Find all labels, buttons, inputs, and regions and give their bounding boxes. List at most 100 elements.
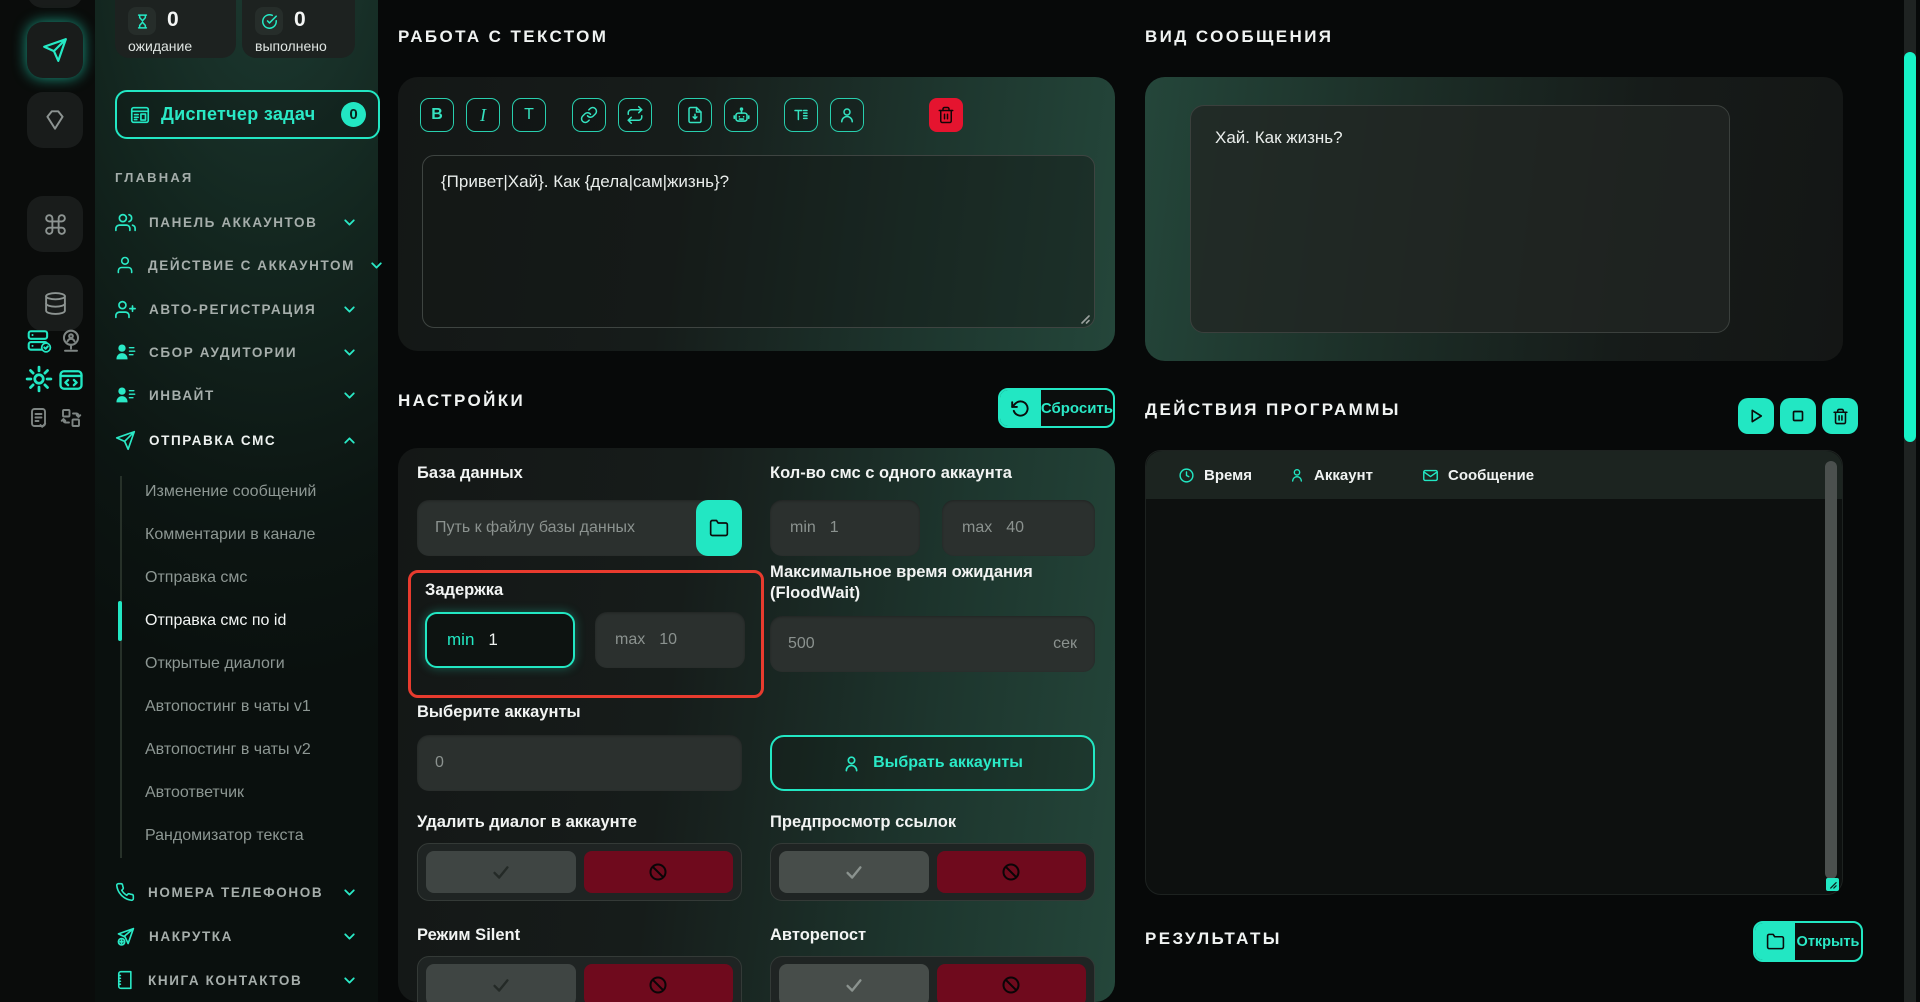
sidebar-subitem[interactable]: Рандомизатор текста (145, 824, 304, 848)
floodwait-unit: сек (1053, 635, 1077, 653)
sidebar-subitem[interactable]: Отправка смс (145, 566, 247, 590)
gear-icon[interactable] (24, 364, 54, 394)
select-accounts-button[interactable]: Выбрать аккаунты (770, 735, 1095, 791)
sidebar-item-sms-sending[interactable]: ОТПРАВКА СМС (115, 427, 358, 453)
page-scrollbar-thumb[interactable] (1904, 52, 1916, 442)
mention-user-button[interactable] (830, 98, 864, 132)
link-button[interactable] (572, 98, 606, 132)
accounts-count-input[interactable]: 0 (417, 735, 742, 791)
toggle-autorepost (770, 956, 1095, 1002)
browse-database-button[interactable] (696, 500, 742, 556)
open-results-button[interactable]: Открыть (1753, 921, 1863, 962)
floodwait-input[interactable]: 500 сек (770, 616, 1095, 672)
text-lines-icon (792, 106, 810, 124)
text-toolbar: B I T (420, 98, 864, 132)
stop-icon (1789, 407, 1807, 425)
check-icon (843, 974, 865, 996)
column-account[interactable]: Аккаунт (1289, 451, 1373, 499)
clear-text-button[interactable] (929, 98, 963, 132)
delay-label: Задержка (425, 581, 503, 600)
sidebar-subitem[interactable]: Комментарии в канале (145, 523, 315, 547)
bold-button[interactable]: B (420, 98, 454, 132)
chevron-down-icon (368, 257, 385, 274)
chevron-up-icon (341, 432, 358, 449)
delay-min-input[interactable]: min 1 (425, 612, 575, 668)
toggle-yes-button[interactable] (426, 964, 576, 1002)
sms-min-input[interactable]: min 1 (770, 500, 920, 556)
clear-actions-button[interactable] (1822, 398, 1858, 434)
table-resize-handle[interactable] (1826, 878, 1839, 891)
stop-button[interactable] (1780, 398, 1816, 434)
reset-settings-button[interactable]: Сбросить (998, 388, 1115, 428)
toggle-yes-button[interactable] (426, 851, 576, 893)
rail-command-button[interactable] (27, 196, 83, 252)
sidebar-item-phone-numbers[interactable]: НОМЕРА ТЕЛЕФОНОВ (115, 879, 358, 905)
column-label: Время (1204, 467, 1252, 484)
user-icon (115, 255, 135, 275)
sidebar-item-boosting[interactable]: НАКРУТКА (115, 923, 358, 949)
sidebar-subitem[interactable]: Открытые диалоги (145, 652, 285, 676)
chevron-down-icon (341, 344, 358, 361)
play-icon (1747, 407, 1765, 425)
italic-button[interactable]: I (466, 98, 500, 132)
repeat-button[interactable] (618, 98, 652, 132)
table-header: Время Аккаунт Сообщение (1146, 451, 1842, 499)
text-button[interactable]: T (512, 98, 546, 132)
chevron-down-icon (341, 972, 358, 989)
chevron-down-icon (341, 214, 358, 231)
column-time[interactable]: Время (1178, 451, 1252, 499)
rail-send-button[interactable] (27, 22, 83, 78)
sidebar-subitem-active[interactable]: Отправка смс по id (145, 609, 286, 633)
program-actions-table: Время Аккаунт Сообщение (1145, 450, 1843, 895)
table-scrollbar-thumb[interactable] (1825, 461, 1837, 879)
min-value: 1 (830, 519, 839, 537)
column-message[interactable]: Сообщение (1422, 451, 1534, 499)
sidebar-subitem[interactable]: Автопостинг в чаты v2 (145, 738, 311, 762)
bot-button[interactable] (724, 98, 758, 132)
message-view-card: Хай. Как жизнь? (1145, 77, 1843, 361)
start-button[interactable] (1738, 398, 1774, 434)
app-window: 0 ожидание 0 выполнено Диспетчер задач 0… (0, 0, 1920, 1002)
sidebar-subitem[interactable]: Автоответчик (145, 781, 244, 805)
database-path-input[interactable]: Путь к файлу базы данных (417, 500, 742, 556)
text-format-button[interactable] (784, 98, 818, 132)
task-manager-button[interactable]: Диспетчер задач 0 (115, 90, 380, 139)
sidebar-item-contact-book[interactable]: КНИГА КОНТАКТОВ (115, 967, 358, 993)
sidebar-item-invite[interactable]: ИНВАЙТ (115, 382, 358, 408)
webcam-icon[interactable] (58, 328, 84, 354)
chevron-down-icon (341, 301, 358, 318)
toggle-no-button[interactable] (937, 851, 1087, 893)
document-check-icon[interactable] (27, 406, 51, 430)
toggle-yes-button[interactable] (779, 851, 929, 893)
server-check-icon[interactable] (26, 328, 52, 354)
sidebar-item-auto-registration[interactable]: АВТО-РЕГИСТРАЦИЯ (115, 296, 358, 322)
check-icon (490, 974, 512, 996)
check-circle-icon (255, 7, 283, 35)
message-template-textarea[interactable]: {Привет|Хай}. Как {дела|сам|жизнь}? (422, 155, 1095, 328)
database-placeholder: Путь к файлу базы данных (435, 519, 635, 537)
rail-top-button[interactable] (27, 0, 83, 8)
toggle-no-button[interactable] (584, 964, 734, 1002)
reset-label: Сбросить (1041, 390, 1113, 426)
sidebar-subitem[interactable]: Изменение сообщений (145, 480, 316, 504)
delay-max-input[interactable]: max 10 (595, 612, 745, 668)
toggle-yes-button[interactable] (779, 964, 929, 1002)
toggle-no-button[interactable] (584, 851, 734, 893)
min-prefix: min (790, 519, 816, 537)
attach-file-button[interactable] (678, 98, 712, 132)
sidebar-item-label: ОТПРАВКА СМС (149, 433, 276, 448)
sidebar-item-account-actions[interactable]: ДЕЙСТВИЕ С АККАУНТОМ (115, 252, 358, 278)
rail-database-button[interactable] (27, 275, 83, 331)
sidebar-item-label: СБОР АУДИТОРИИ (149, 345, 297, 360)
swap-icon[interactable] (59, 406, 83, 430)
sms-max-input[interactable]: max 40 (942, 500, 1095, 556)
code-window-icon[interactable] (57, 366, 85, 394)
rail-diamond-button[interactable] (27, 92, 83, 148)
check-icon (490, 861, 512, 883)
toggle-no-button[interactable] (937, 964, 1087, 1002)
sidebar-subitem[interactable]: Автопостинг в чаты v1 (145, 695, 311, 719)
command-icon (43, 212, 68, 237)
resize-grip-icon[interactable] (1078, 312, 1090, 324)
sidebar-item-accounts-panel[interactable]: ПАНЕЛЬ АККАУНТОВ (115, 209, 358, 235)
sidebar-item-audience-collection[interactable]: СБОР АУДИТОРИИ (115, 339, 358, 365)
